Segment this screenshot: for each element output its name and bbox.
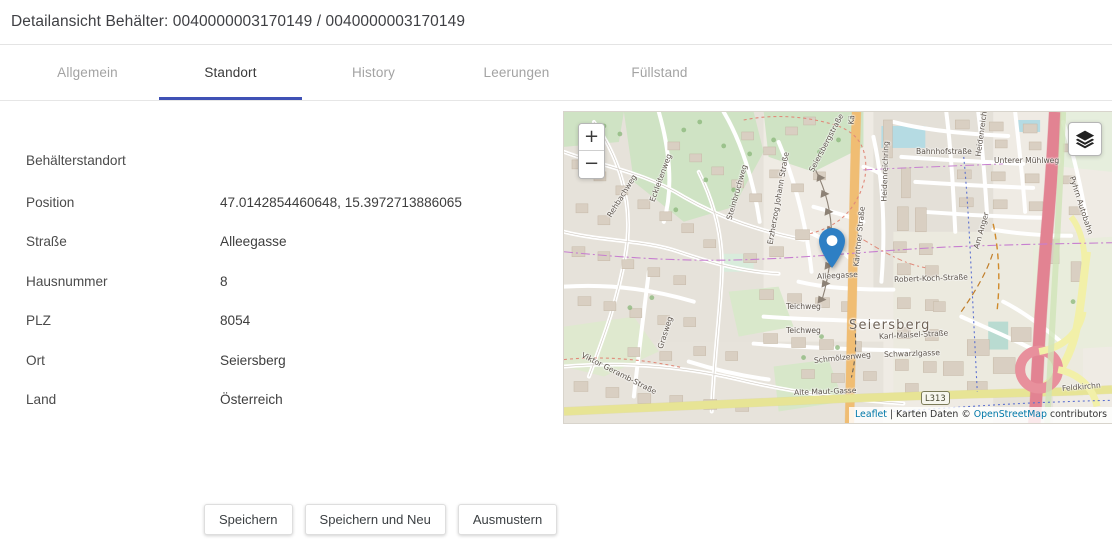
field-value: 8054 [220,313,251,328]
tab-label: Allgemein [57,65,118,80]
behaelterstandort-detail-list: Behälterstandort Position 47.01428544606… [26,153,546,430]
field-value: 8 [220,273,228,289]
attribution-prefix: Karten Daten © [896,409,974,420]
zoom-out-button[interactable]: − [579,151,604,178]
tab-history[interactable]: History [302,45,445,100]
section-heading-row: Behälterstandort [26,153,546,193]
field-label: Land [26,392,57,407]
tab-label: History [351,65,396,80]
field-strasse: Straße Alleegasse [26,232,546,272]
tab-label: Füllstand [631,65,688,80]
field-label: Hausnummer [26,273,108,289]
map-attribution: Leaflet | Karten Daten © OpenStreetMap c… [849,407,1112,423]
openstreetmap-link[interactable]: OpenStreetMap [974,409,1047,420]
page-header: Detailansicht Behälter: 0040000003170149… [0,0,1112,45]
content-area: Behälterstandort Position 47.01428544606… [0,101,1112,544]
map-layers-button[interactable] [1068,122,1102,156]
map-zoom-control[interactable]: + − [578,123,605,179]
field-plz: PLZ 8054 [26,311,546,351]
field-ort: Ort Seiersberg [26,351,546,391]
location-map[interactable]: Seiersbergstraße Bahnhofstraße Unterer Müh… [563,111,1112,424]
field-label: PLZ [26,313,51,328]
section-heading: Behälterstandort [26,153,126,168]
attribution-separator: | [886,409,897,420]
field-value: Alleegasse [220,234,287,249]
speichern-button[interactable]: Speichern [204,504,293,535]
field-hausnummer: Hausnummer 8 [26,272,546,312]
field-value: Seiersberg [220,352,286,368]
tab-label: Standort [204,65,257,80]
speichern-und-neu-button[interactable]: Speichern und Neu [304,504,446,535]
attribution-suffix: contributors [1047,409,1107,420]
tab-standort[interactable]: Standort [159,45,302,100]
field-value: Österreich [220,392,283,407]
tab-label: Leerungen [483,65,550,80]
ausmustern-button[interactable]: Ausmustern [457,504,558,535]
tab-fuellstand[interactable]: Füllstand [588,45,731,100]
field-label: Position [26,194,75,210]
layers-icon [1075,130,1095,149]
tab-allgemein[interactable]: Allgemein [16,45,159,100]
field-label: Ort [26,352,45,368]
tab-leerungen[interactable]: Leerungen [445,45,588,100]
form-button-bar: Speichern Speichern und Neu Ausmustern [204,504,558,535]
tab-bar: Allgemein Standort History Leerungen Fül… [0,45,1112,101]
field-position: Position 47.0142854460648, 15.3972713886… [26,193,546,233]
map-pin-icon[interactable] [819,228,845,268]
map-tiles [564,112,1112,423]
page-title: Detailansicht Behälter: 0040000003170149… [11,13,466,30]
field-label: Straße [26,234,67,249]
field-land: Land Österreich [26,390,546,430]
field-value: 47.0142854460648, 15.3972713886065 [220,194,462,210]
map-road-shield: L313 [921,391,950,405]
leaflet-link[interactable]: Leaflet [855,409,887,420]
zoom-in-button[interactable]: + [579,124,604,151]
